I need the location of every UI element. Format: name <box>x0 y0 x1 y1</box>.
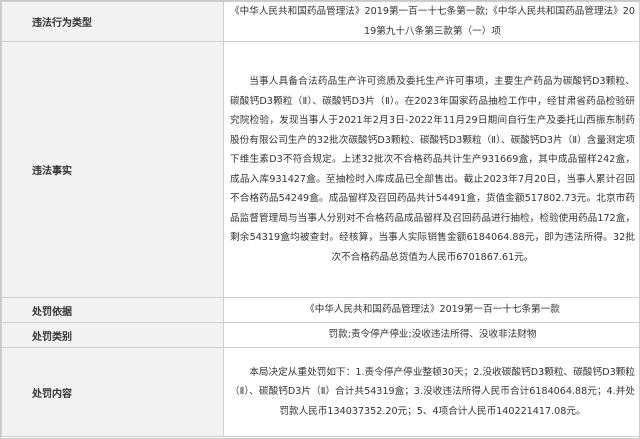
violation-facts-text: 当事人具备合法药品生产许可资质及委托生产许可事项，主要生产药品为碳酸钙D3颗粒、… <box>230 76 635 263</box>
penalty-document: 违法行为类型 《中华人民共和国药品管理法》2019第一百一十七条第一款;《中华人… <box>0 0 640 439</box>
row-penalty-basis: 处罚依据 《中华人民共和国药品管理法》2019第一百一十七条第一款 <box>1 297 640 323</box>
row-violation-facts: 违法事实 当事人具备合法药品生产许可资质及委托生产许可事项，主要生产药品为碳酸钙… <box>1 41 640 298</box>
value-penalty-basis: 《中华人民共和国药品管理法》2019第一百一十七条第一款 <box>223 297 640 323</box>
label-penalty-category: 处罚类别 <box>1 322 224 348</box>
value-penalty-category: 罚款;责令停产停业;没收违法所得、没收非法财物 <box>223 322 640 348</box>
penalty-table: 违法行为类型 《中华人民共和国药品管理法》2019第一百一十七条第一款;《中华人… <box>1 1 640 437</box>
row-violation-type: 违法行为类型 《中华人民共和国药品管理法》2019第一百一十七条第一款;《中华人… <box>1 1 640 42</box>
row-penalty-category: 处罚类别 罚款;责令停产停业;没收违法所得、没收非法财物 <box>1 322 640 348</box>
value-violation-type: 《中华人民共和国药品管理法》2019第一百一十七条第一款;《中华人民共和国药品管… <box>223 1 640 42</box>
value-penalty-content: 本局决定从重处罚如下：1.责令停产停业整顿30天；2.没收碳酸钙D3颗粒、碳酸钙… <box>223 347 640 437</box>
label-penalty-content: 处罚内容 <box>1 347 224 437</box>
row-penalty-content: 处罚内容 本局决定从重处罚如下：1.责令停产停业整顿30天；2.没收碳酸钙D3颗… <box>1 347 640 437</box>
label-violation-facts: 违法事实 <box>1 41 224 298</box>
label-violation-type: 违法行为类型 <box>1 1 224 42</box>
label-penalty-basis: 处罚依据 <box>1 297 224 323</box>
penalty-content-text: 本局决定从重处罚如下：1.责令停产停业整顿30天；2.没收碳酸钙D3颗粒、碳酸钙… <box>230 366 635 417</box>
value-violation-facts: 当事人具备合法药品生产许可资质及委托生产许可事项，主要生产药品为碳酸钙D3颗粒、… <box>223 41 640 298</box>
